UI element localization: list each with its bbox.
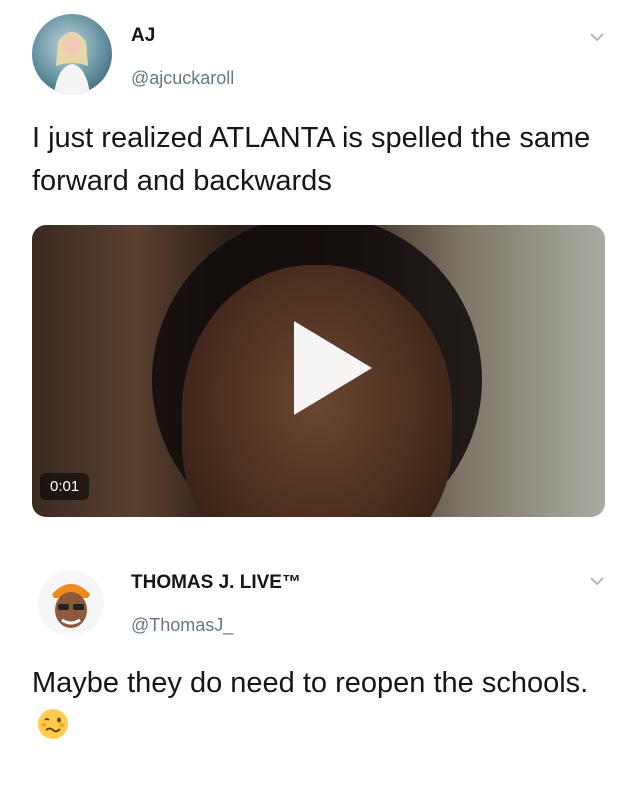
chevron-down-icon[interactable]	[588, 28, 606, 46]
author-name[interactable]: AJ	[131, 25, 155, 47]
video-player[interactable]: 0:01	[32, 225, 605, 517]
author-handle[interactable]: @ajcuckaroll	[131, 68, 234, 89]
tweet-aj: AJ @ajcuckaroll I just realized ATLANTA …	[0, 0, 640, 540]
tweet-thomas: THOMAS J. LIVE™ @ThomasJ_ Maybe they do …	[0, 555, 640, 788]
avatar[interactable]	[38, 570, 104, 636]
video-duration-badge: 0:01	[40, 473, 90, 500]
woozy-face-icon	[38, 709, 68, 739]
tweet-text-content: Maybe they do need to reopen the schools…	[32, 667, 589, 699]
avatar[interactable]	[32, 14, 112, 94]
author-handle[interactable]: @ThomasJ_	[131, 615, 233, 636]
play-icon[interactable]	[272, 313, 382, 423]
avatar-image	[54, 32, 90, 94]
avatar-image	[52, 584, 90, 628]
author-name[interactable]: THOMAS J. LIVE™	[131, 572, 301, 594]
tweet-text: I just realized ATLANTA is spelled the s…	[32, 122, 591, 197]
chevron-down-icon[interactable]	[588, 572, 606, 590]
tweet-text: Maybe they do need to reopen the schools…	[32, 662, 612, 748]
